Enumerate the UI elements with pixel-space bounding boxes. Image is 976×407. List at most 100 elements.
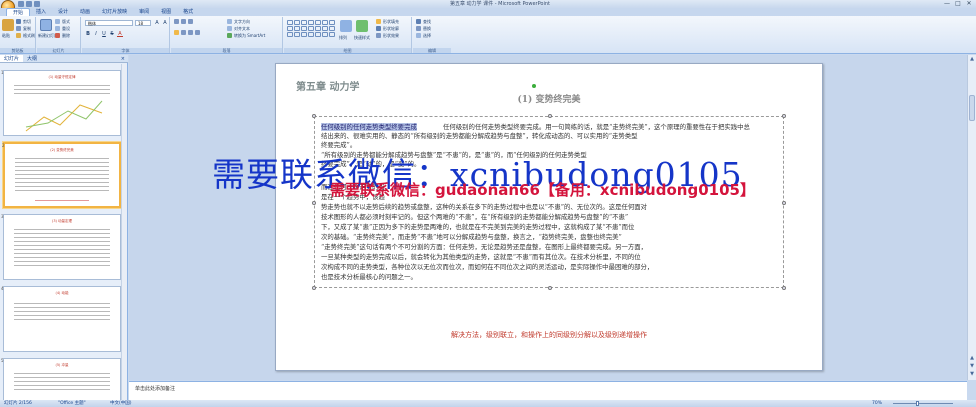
tab-outline[interactable]: 大纲 [23, 55, 41, 62]
numbering-icon[interactable] [181, 19, 186, 24]
scrollbar-thumb[interactable] [969, 95, 975, 121]
indent-icon[interactable] [188, 19, 193, 24]
tab-home[interactable]: 开始 [6, 8, 31, 16]
reset-button[interactable]: 重设 [55, 26, 70, 31]
current-slide[interactable]: 第五章 动力学 (1) 变势终完美 任何级别的任何走势类型终要完成 任何级别的任… [275, 63, 823, 371]
resize-handle[interactable] [782, 201, 786, 205]
bullets-icon[interactable] [174, 19, 179, 24]
body-textbox[interactable]: 任何级别的任何走势类型终要完成 任何级别的任何走势类型终要完成。用一句简练的话，… [312, 114, 786, 290]
align-center-icon[interactable] [181, 30, 186, 35]
text-direction-button[interactable]: 文字方向 [227, 19, 250, 24]
pane-close-icon[interactable]: × [121, 55, 128, 62]
zoom-level[interactable]: 70% [872, 400, 882, 407]
replace-button[interactable]: 替换 [416, 26, 431, 31]
copy-button[interactable]: 复制 [16, 26, 31, 31]
shape-fill-button[interactable]: 形状填充 [376, 19, 399, 24]
body-line: 技术图形的人都必须时刻牢记的。但这个两难的“不患”，在“所有级别的走势都能分解成… [321, 213, 629, 221]
window-title: 第五章 动力学 课件 - Microsoft PowerPoint [449, 1, 551, 7]
slide-thumbnail[interactable]: 3 (3) 动量定理 [1, 214, 121, 280]
rotation-handle[interactable] [532, 84, 536, 88]
layout-button[interactable]: 版式 [55, 19, 70, 24]
close-button[interactable]: ✕ [964, 0, 974, 7]
minimize-button[interactable]: — [942, 0, 952, 7]
tab-view[interactable]: 视图 [155, 8, 177, 16]
justify-icon[interactable] [195, 30, 200, 35]
format-painter-button[interactable]: 格式刷 [16, 33, 35, 38]
slide-footer-text[interactable]: 解决方法，级别联立，和操作上的同级别分解以及级别递增操作 [276, 330, 822, 340]
strikethrough-button[interactable]: S [109, 31, 115, 37]
powerpoint-window: 第五章 动力学 课件 - Microsoft PowerPoint — □ ✕ … [0, 0, 976, 407]
slides-pane-scrollbar[interactable] [121, 64, 127, 400]
tab-animations[interactable]: 动画 [74, 8, 96, 16]
cut-button[interactable]: 剪切 [16, 19, 31, 24]
font-size-select[interactable]: 18 [135, 20, 151, 26]
scissors-icon [16, 19, 21, 24]
shapes-gallery[interactable] [287, 20, 335, 37]
tab-insert[interactable]: 插入 [30, 8, 52, 16]
resize-handle[interactable] [312, 114, 316, 118]
grow-font-icon[interactable]: A [154, 20, 160, 26]
tab-format[interactable]: 格式 [177, 8, 199, 16]
quick-styles-button[interactable]: 快速样式 [354, 35, 370, 40]
shape-effects-button[interactable]: 形状效果 [376, 33, 399, 38]
resize-handle[interactable] [548, 286, 552, 290]
new-slide-icon[interactable] [40, 19, 52, 31]
tab-slideshow[interactable]: 幻灯片放映 [96, 8, 133, 16]
undo-icon[interactable] [26, 1, 32, 7]
main-scrollbar[interactable]: ▲ ▲ ▼ ▼ [967, 55, 976, 380]
thumbnail-chart [25, 100, 103, 132]
smartart-button[interactable]: 转换为 SmartArt [227, 33, 265, 38]
editing-group-label: 编辑 [413, 48, 451, 53]
underline-button[interactable]: U [101, 31, 107, 37]
shrink-font-icon[interactable]: A [162, 20, 168, 26]
tab-slides[interactable]: 幻灯片 [0, 55, 24, 62]
slides-pane-tabs: 幻灯片 大纲 × [0, 55, 128, 63]
save-icon[interactable] [18, 1, 24, 7]
slide-subtitle[interactable]: (1) 变势终完美 [276, 92, 822, 105]
paste-icon[interactable] [2, 19, 14, 31]
scroll-up-icon[interactable]: ▲ [968, 56, 976, 63]
select-button[interactable]: 选择 [416, 33, 431, 38]
thumbnail-title: (2) 变势终完美 [50, 148, 74, 152]
zoom-slider[interactable] [893, 403, 953, 404]
tab-review[interactable]: 审阅 [133, 8, 155, 16]
shape-outline-button[interactable]: 形状轮廓 [376, 26, 399, 31]
resize-handle[interactable] [312, 286, 316, 290]
thumbnail-title: (5) 冲量 [55, 363, 69, 367]
font-name-select[interactable]: 楷体 [85, 20, 133, 26]
slide-thumbnail[interactable]: 5 (5) 冲量 [1, 358, 121, 400]
notes-pane[interactable]: 单击此处添加备注 [129, 381, 967, 400]
italic-button[interactable]: I [93, 31, 99, 37]
resize-handle[interactable] [782, 286, 786, 290]
fill-icon [376, 19, 381, 24]
align-right-icon[interactable] [188, 30, 193, 35]
align-text-button[interactable]: 对齐文本 [227, 26, 250, 31]
maximize-button[interactable]: □ [953, 0, 963, 7]
tab-design[interactable]: 设计 [52, 8, 74, 16]
delete-button[interactable]: 删除 [55, 33, 70, 38]
delete-label: 删除 [62, 33, 70, 38]
prev-slide-icon[interactable]: ▲ [968, 355, 976, 362]
slide-thumbnail[interactable]: 4 (4) 动能 [1, 286, 121, 352]
arrange-button[interactable]: 排列 [339, 35, 347, 40]
slide-heading[interactable]: 第五章 动力学 [296, 78, 359, 93]
find-button[interactable]: 查找 [416, 19, 431, 24]
next-slide-icon[interactable]: ▼ [968, 363, 976, 370]
quick-styles-icon[interactable] [356, 20, 368, 32]
slide-thumbnail[interactable]: 1 (1) 动量守恒定律 [1, 70, 121, 136]
bold-button[interactable]: B [85, 31, 91, 37]
redo-icon[interactable] [34, 1, 40, 7]
paste-button[interactable]: 粘贴 [2, 33, 10, 38]
notes-placeholder[interactable]: 单击此处添加备注 [135, 385, 175, 392]
slide-thumbnail-selected[interactable]: 2 (2) 变势终完美 [2, 142, 121, 208]
align-left-icon[interactable] [174, 30, 179, 35]
zoom-slider-knob[interactable] [916, 401, 919, 406]
resize-handle[interactable] [782, 114, 786, 118]
resize-handle[interactable] [312, 201, 316, 205]
body-line: 势走势也就不以走势后续的趋势或盘整，这种的关系在多下的走势过程中也是以“不患”的… [321, 203, 648, 211]
resize-handle[interactable] [548, 114, 552, 118]
font-color-button[interactable]: A [117, 31, 123, 37]
arrange-icon[interactable] [340, 20, 352, 32]
scroll-down-icon[interactable]: ▼ [968, 371, 976, 378]
language-indicator[interactable]: 中文(中国) [110, 400, 132, 407]
